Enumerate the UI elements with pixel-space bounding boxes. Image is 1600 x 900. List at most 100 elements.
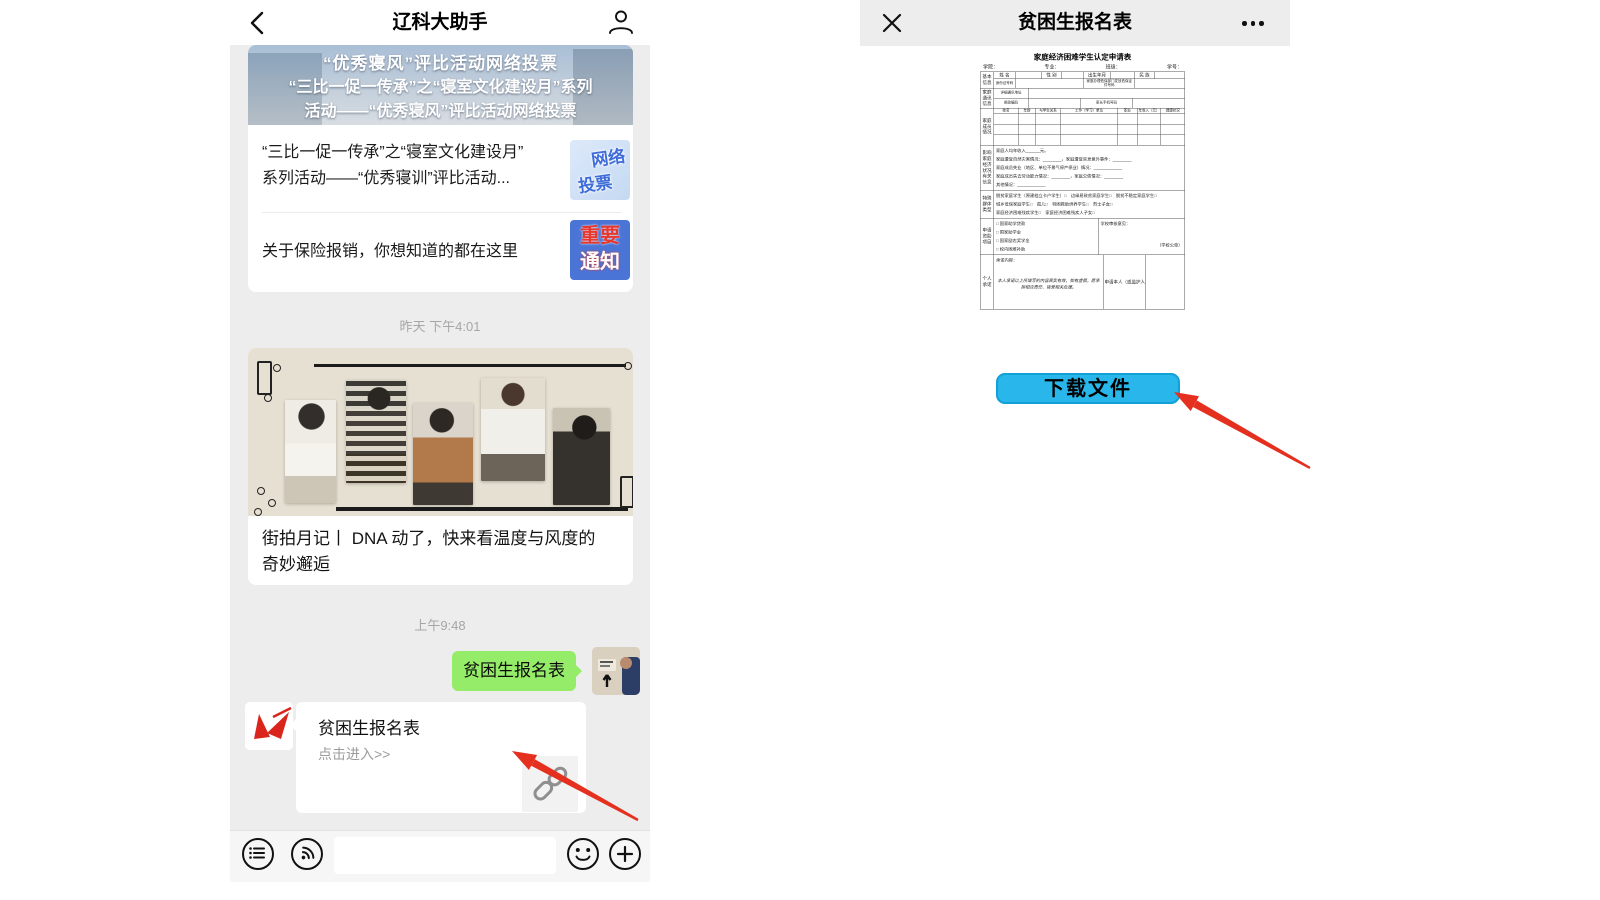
more-options-icon[interactable] [1242,21,1272,26]
voice-input-icon[interactable] [290,837,324,871]
form-label: 家庭办理低保部门发放低保证件号码 [1084,79,1135,89]
form-label: 家长手机号码 [1080,98,1132,108]
collage-deco-rect-left [257,361,272,395]
form-blank-cell [994,135,1019,146]
form-blank-cell [1137,114,1161,125]
special-line: 家庭经济困难残疾学生□ 家庭经济困难残疾人子女□ [996,209,1183,218]
form-special-section: 特殊群体类型 脱贫家庭学生（原建档立卡户学生）□ 边缘易致贫家庭学生□ 脱贫不稳… [980,190,1185,219]
collage-deco-dot [257,487,265,495]
field-major: 专业： [1044,63,1059,72]
article-row-2[interactable]: 关于保险报销，你想知道的都在这里 重要 通知 [248,213,633,292]
school-seal-label: （学校公章） [1101,228,1183,250]
download-page-header: 贫困生报名表 [860,0,1290,46]
form-blank-cell [1161,135,1185,146]
school-review-cell: 学校审核意见： （学校公章） [1098,218,1185,255]
section-label: 特殊群体类型 [980,190,994,218]
hero-title-line3: 活动——“优秀寝风”评比活动网络投票 [248,97,633,121]
apply-items: □ 国家助学贷款 □ 国家助学金 □ 国家励志奖学金 □ 校内困难补助 [994,218,1099,255]
article-1-thumbnail: 网络 投票 [570,140,630,200]
screenshot-canvas: 辽科大助手 “优秀寝风”评比活动网络投票 “三比一促一传承”之“寝室文化建设月”… [0,0,1600,900]
section-label: 家庭通讯信息 [980,88,994,108]
pledge-head: 承诺内容： [996,256,1101,265]
form-label: 邮政编码 [994,98,1029,108]
timestamp-morning: 上午9:48 [230,615,650,634]
hero-article-image[interactable]: “优秀寝风”评比活动网络投票 “三比一促一传承”之“寝室文化建设月”系列 活动—… [248,45,633,125]
menu-list-icon[interactable] [241,837,275,871]
economy-line: 家庭成员失去劳动能力情况：________，家庭欠债情况：________ [996,172,1183,181]
field-student-id: 学号： [1167,63,1182,72]
form-blank-cell [1060,135,1118,146]
review-label: 学校审核意见： [1101,220,1183,229]
form-blank-cell [1118,124,1138,135]
form-blank-cell [1133,98,1185,108]
article-1-title-line2: 系列活动——“优秀寝训”评比活动... [262,166,510,192]
collage-deco-dot [264,394,272,402]
form-blank-cell [1135,79,1185,89]
download-file-button[interactable]: 下载文件 [996,373,1180,404]
collage-article-card[interactable]: 街拍月记丨 DNA 动了，快来看温度与风度的 奇妙邂逅 [248,348,633,585]
official-account-avatar[interactable] [245,702,293,750]
form-blank-cell [1015,72,1042,79]
field-class: 班级： [1106,63,1121,72]
special-line: 城乡低保家庭学生□ 孤儿□ 特困救助供养学生□ 烈士子女□ [996,200,1183,209]
article-row-1[interactable]: “三比一促一传承”之“寝室文化建设月” 系列活动——“优秀寝训”评比活动... … [248,125,633,212]
chain-link-icon [522,756,578,812]
member-col: 年收入（元） [1137,108,1161,114]
section-label: 申请资助项目 [980,218,994,255]
incoming-link-card[interactable]: 贫困生报名表 点击进入>> [296,702,586,813]
economy-line: 其他情况：____________ [996,181,1183,190]
emoji-smiley-icon[interactable] [566,837,600,871]
pledge-body: 本人承诺以上所填写的内容真实有效，如有虚假，愿承担相应责任、接受相关处理。 [996,278,1101,291]
thumb-vote-text2: 投票 [576,168,613,197]
form-apply-section: 申请资助项目 □ 国家助学贷款 □ 国家助学金 □ 国家励志奖学金 □ 校内困难… [980,218,1185,255]
form-blank-cell [994,114,1019,125]
article-2-title: 关于保险报销，你想知道的都在这里 [262,239,518,265]
section-label: 个人承诺 [980,255,994,310]
thumb-vote-text1: 网络 [589,142,626,171]
hero-title-line1: “优秀寝风”评比活动网络投票 [248,49,633,74]
form-label: 性 别 [1042,72,1062,79]
collage-title-line1: 街拍月记丨 DNA 动了，快来看温度与风度的 [262,529,595,548]
form-basic-section: 基本信息 姓 名 性 别 出生年月 民 族 身份证号码 家庭办理低保部门发放低保… [980,72,1185,89]
apply-item: □ 国家励志奖学金 [996,237,1096,246]
bubble-tail [575,664,582,678]
form-blank-cell [1015,79,1084,89]
form-blank-cell [994,124,1019,135]
form-blank-cell [1137,124,1161,135]
article-card: “优秀寝风”评比活动网络投票 “三比一促一传承”之“寝室文化建设月”系列 活动—… [248,45,633,292]
form-economy-section: 影响家庭经济状况有关信息 家庭人均年收入______元。 家庭遭受自然灾害情况：… [980,145,1185,191]
member-col: 与学生关系 [1036,108,1061,114]
article-2-thumbnail: 重要 通知 [570,220,630,280]
form-label: 民 族 [1135,72,1155,79]
chat-input-toolbar [230,830,650,882]
collage-deco-dot [624,362,632,370]
user-avatar[interactable] [592,647,640,695]
collage-article-title: 街拍月记丨 DNA 动了，快来看温度与风度的 奇妙邂逅 [262,526,618,578]
link-card-subtitle: 点击进入>> [318,744,390,764]
street-photo-2 [346,380,406,483]
thumb-notice-text1: 重要 [570,222,630,250]
section-label: 影响家庭经济状况有关信息 [980,145,994,190]
collage-deco-rect-right [620,476,633,508]
form-blank-cell [1154,72,1185,79]
form-title: 家庭经济困难学生认定申请表 [980,52,1185,63]
link-thumbnail [522,756,578,812]
message-text-input[interactable] [334,837,556,874]
outgoing-message-bubble[interactable]: 贫困生报名表 [452,651,576,691]
profile-person-icon[interactable] [604,6,638,40]
form-blank-cell [1018,114,1036,125]
application-form-image: 家庭经济困难学生认定申请表 学院： 专业： 班级： 学号： 基本信息 姓 名 性… [980,52,1185,341]
collage-deco-dot [273,364,281,372]
plus-add-icon[interactable] [608,837,642,871]
street-photo-5 [553,408,610,505]
field-college: 学院： [983,63,998,72]
form-blank-cell [1146,255,1185,310]
form-blank-cell [1118,135,1138,146]
form-blank-cell [1118,114,1138,125]
economy-line: 家庭成员失业（地区、单位不景气停产停业）情况：____________ [996,164,1183,173]
thumb-notice-text2: 通知 [570,248,630,276]
form-blank-cell [1036,114,1061,125]
download-page-title: 贫困生报名表 [860,0,1290,46]
form-label: 姓 名 [994,72,1016,79]
chat-title: 辽科大助手 [230,0,650,45]
